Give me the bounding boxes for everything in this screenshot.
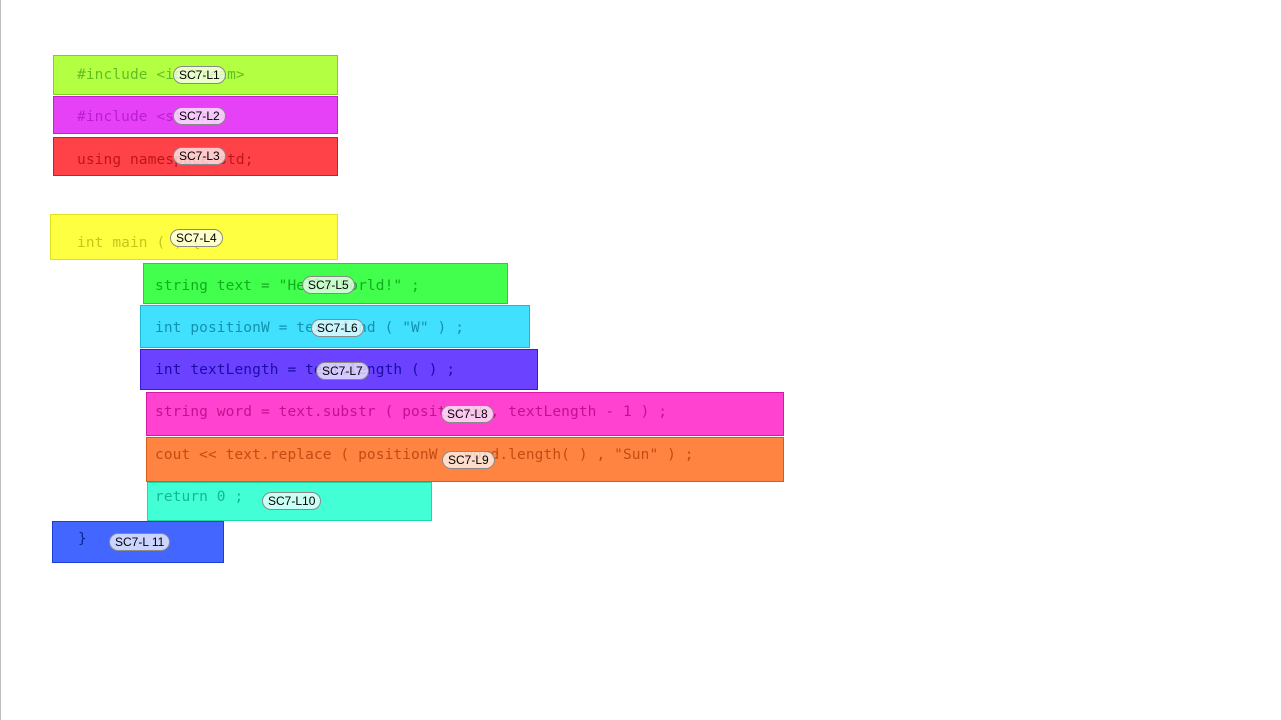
code-line-text: int positionW = text.find ( "W" ) ; xyxy=(155,320,465,336)
annotation-canvas: #include <iostream> #include <string> us… xyxy=(0,0,1281,720)
line-tag-badge: SC7-L7 xyxy=(316,362,369,380)
line-tag-badge: SC7-L1 xyxy=(173,66,226,84)
code-line-text: int textLength = text.length ( ) ; xyxy=(155,362,456,378)
line-tag-badge: SC7-L4 xyxy=(170,229,223,247)
line-tag-badge: SC7-L8 xyxy=(441,405,494,423)
line-tag-badge: SC7-L10 xyxy=(262,492,322,510)
code-line-text: } xyxy=(78,531,87,547)
line-tag-badge: SC7-L2 xyxy=(173,107,226,125)
code-line-text: return 0 ; xyxy=(155,489,244,505)
code-line-text: string word = text.substr ( positionW , … xyxy=(155,404,668,420)
line-tag-badge: SC7-L3 xyxy=(173,147,226,165)
line-tag-badge: SC7-L9 xyxy=(442,451,495,469)
code-line-text: using namespace std; xyxy=(77,152,254,168)
code-line-text: string text = "Hello World!" ; xyxy=(155,278,420,294)
line-tag-badge: SC7-L 11 xyxy=(109,533,171,551)
line-tag-badge: SC7-L5 xyxy=(302,276,355,294)
line-tag-badge: SC7-L6 xyxy=(311,319,364,337)
code-line-text: cout << text.replace ( positionW , word.… xyxy=(155,447,694,463)
